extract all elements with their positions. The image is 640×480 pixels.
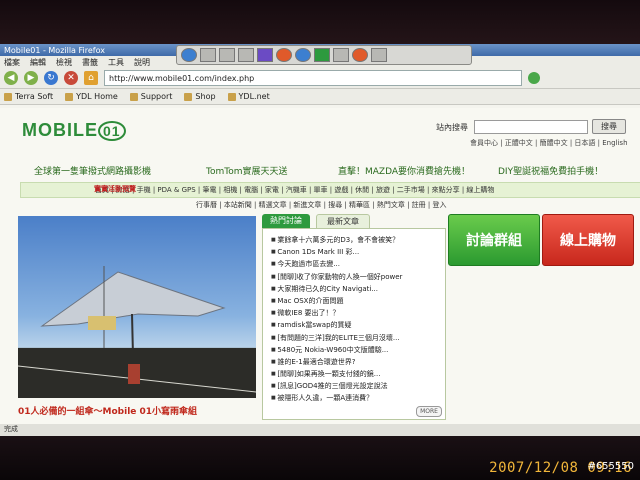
url-text: http://www.mobile01.com/index.php xyxy=(109,73,255,83)
forum-button[interactable]: 討論群組 xyxy=(448,214,540,266)
window-title: Mobile01 - Mozilla Firefox xyxy=(4,45,105,55)
bookmark-icon xyxy=(4,92,12,101)
top-links[interactable]: 會員中心 | 正體中文 | 簡體中文 | 日本語 | English xyxy=(470,138,628,148)
shop-button[interactable]: 線上購物 xyxy=(542,214,634,266)
promo-links: 全球第一隻筆撥式網路攝影機 TomTom實展天天送 直擊！MAZDA要你消費搶先… xyxy=(0,164,640,178)
menu-file[interactable]: 檔案 xyxy=(4,57,20,68)
site-logo[interactable]: MOBILE 01 xyxy=(22,120,126,141)
bookmark-icon xyxy=(65,92,74,101)
list-item[interactable]: [有問題的三洋]我的ELITE三個月沒壞... xyxy=(271,333,445,345)
bookmark-icon xyxy=(184,92,193,101)
promo-link[interactable]: DIY聖誕祝福免費拍手機！ xyxy=(498,164,603,177)
web-page: MOBILE 01 站內搜尋 搜尋 會員中心 | 正體中文 | 簡體中文 | 日本… xyxy=(0,108,640,436)
menu-tools[interactable]: 工具 xyxy=(108,57,124,68)
sub-nav[interactable]: 行事曆 | 本站新聞 | 精選文章 | 新進文章 | 搜尋 | 精華區 | 熱門… xyxy=(196,200,446,210)
back-arrow-icon[interactable]: ◀ xyxy=(4,71,18,85)
floating-toolbar[interactable] xyxy=(176,45,472,65)
promo-link[interactable]: TomTom實展天天送 xyxy=(206,164,287,177)
list-item[interactable]: [訊息]GOD4推的三個燈光設定說法 xyxy=(271,381,445,393)
status-text: 完成 xyxy=(4,425,18,433)
go-icon[interactable] xyxy=(528,72,540,84)
url-input[interactable]: http://www.mobile01.com/index.php xyxy=(104,70,522,86)
bookmark-icon xyxy=(129,92,138,101)
home-icon[interactable]: ⌂ xyxy=(84,71,98,85)
list-item[interactable]: 業餘拿十六萬多元的D3，會不會被笑？ xyxy=(271,235,445,247)
window-icon[interactable] xyxy=(219,48,235,62)
list-item[interactable]: 被隱形人久違，一顆A連消費？ xyxy=(271,393,445,405)
navigation-toolbar: ◀ ▶ ↻ ✕ ⌂ http://www.mobile01.com/index.… xyxy=(0,68,640,89)
app-icon[interactable] xyxy=(352,48,368,62)
promo-link[interactable]: 直擊！MAZDA要你消費搶先機！ xyxy=(338,164,470,177)
list-item[interactable]: Mac OSX的介面問題 xyxy=(271,296,445,308)
bookmark-support[interactable]: Support xyxy=(129,92,172,101)
app-icon[interactable] xyxy=(295,48,311,62)
list-item[interactable]: Canon 1Ds Mark III 彩... xyxy=(271,247,445,259)
bookmark-shop[interactable]: Shop xyxy=(184,92,216,101)
search-label: 站內搜尋 xyxy=(436,123,468,132)
category-highlight[interactable]: 實實活動預覽 xyxy=(94,184,136,194)
list-item[interactable]: 大家期待已久的City Navigati... xyxy=(271,284,445,296)
list-item[interactable]: 誰的E-1最適合環遊世界? xyxy=(271,357,445,369)
promo-link[interactable]: 全球第一隻筆撥式網路攝影機 xyxy=(34,164,151,177)
photo-id: #655550 xyxy=(587,461,634,472)
status-bar: 完成 xyxy=(0,424,640,436)
list-item[interactable]: ramdisk當swap的質疑 xyxy=(271,320,445,332)
app-icon[interactable] xyxy=(371,48,387,62)
list-item[interactable]: [閒聊]如果再換一顆支付錢的鏡... xyxy=(271,369,445,381)
tab-hot-topics[interactable]: 熱門討論 xyxy=(262,214,310,228)
menu-edit[interactable]: 編輯 xyxy=(30,57,46,68)
menu-help[interactable]: 說明 xyxy=(134,57,150,68)
forward-arrow-icon[interactable]: ▶ xyxy=(24,71,38,85)
umbrella-photo xyxy=(18,266,256,398)
list-item[interactable]: 今天跑過市區去變... xyxy=(271,259,445,271)
menu-bookmarks[interactable]: 書籤 xyxy=(82,57,98,68)
news-list: 業餘拿十六萬多元的D3，會不會被笑？ Canon 1Ds Mark III 彩.… xyxy=(262,228,446,420)
terminal-icon[interactable] xyxy=(257,48,273,62)
featured-photo[interactable] xyxy=(18,216,256,398)
window-icon[interactable] xyxy=(238,48,254,62)
search-button[interactable]: 搜尋 xyxy=(592,119,626,134)
category-links[interactable]: 首頁 | 房話 | 手機 | PDA & GPS | 筆電 | 相機 | 電腦 … xyxy=(95,185,494,195)
list-item[interactable]: 微軟IE8 要出了！？ xyxy=(271,308,445,320)
menu-view[interactable]: 檢視 xyxy=(56,57,72,68)
bookmark-ydl-net[interactable]: YDL.net xyxy=(227,92,270,101)
tool-icon[interactable] xyxy=(314,48,330,62)
site-search-input[interactable] xyxy=(474,120,588,134)
window-icon[interactable] xyxy=(200,48,216,62)
list-item[interactable]: 5480元 Nokia-W960中文版體驗... xyxy=(271,345,445,357)
stop-icon[interactable]: ✕ xyxy=(64,71,78,85)
bookmarks-toolbar: Terra Soft YDL Home Support Shop YDL.net xyxy=(0,89,640,105)
monitor-bezel-top xyxy=(0,0,640,44)
folder-icon[interactable] xyxy=(333,48,349,62)
bookmark-icon xyxy=(227,92,236,101)
more-button[interactable]: MORE xyxy=(416,406,442,417)
reload-icon[interactable]: ↻ xyxy=(44,71,58,85)
globe-icon[interactable] xyxy=(181,48,197,62)
bookmark-terra-soft[interactable]: Terra Soft xyxy=(4,92,53,101)
browser-window: Mobile01 - Mozilla Firefox 檔案 編輯 檢視 書籤 工… xyxy=(0,44,640,436)
bookmark-ydl-home[interactable]: YDL Home xyxy=(65,92,118,101)
photo-caption[interactable]: 01人必備的一組傘～Mobile 01小寫雨傘組 xyxy=(18,404,197,417)
list-item[interactable]: [閒聊]收了你家動物的人換一個好power xyxy=(271,272,445,284)
browser-icon[interactable] xyxy=(276,48,292,62)
